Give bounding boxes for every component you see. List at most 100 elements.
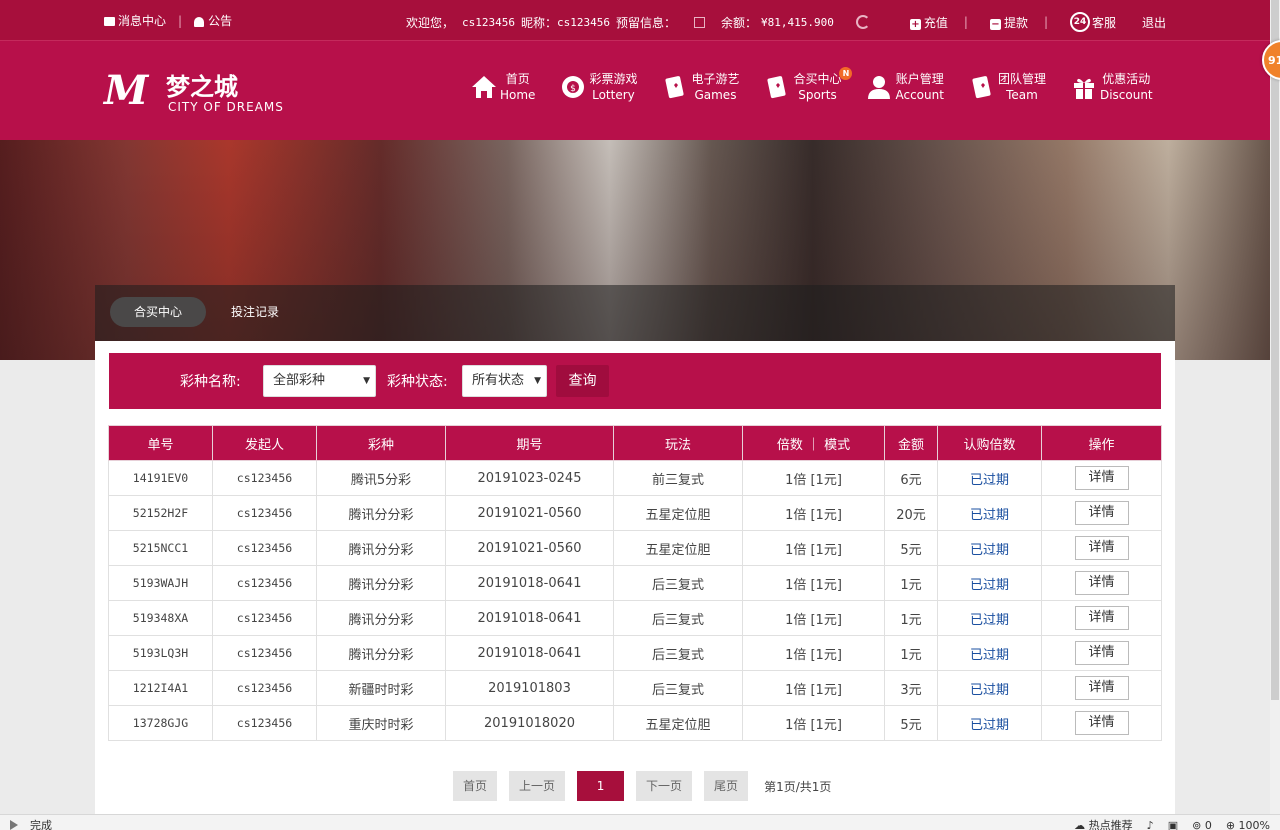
new-badge: N [839,67,853,80]
col-action: 操作 [1041,425,1162,461]
mail-icon [104,17,115,26]
cell-subscribe-multiple: 已过期 [937,635,1042,671]
table-row: 519348XA cs123456 腾讯分分彩 20191018-0641 后三复式 1倍… [108,600,1162,636]
refresh-icon[interactable] [855,15,870,29]
cell-lottery: 腾讯分分彩 [316,600,446,636]
col-period: 期号 [445,425,614,461]
cell-amount: 1元 [884,635,938,671]
table-row: 5215NCC1 cs123456 腾讯分分彩 20191021-0560 五星定位胆 1… [108,530,1162,566]
detail-button[interactable]: 详情 [1074,466,1129,490]
cell-subscribe-multiple: 已过期 [937,530,1042,566]
cell-period: 20191023-0245 [445,460,614,496]
cell-lottery: 腾讯分分彩 [316,565,446,601]
counter[interactable]: ⊚ 0 [1192,819,1212,830]
last-page-button[interactable]: 尾页 [704,771,749,801]
nav-account[interactable]: 账户管理 Account [865,71,944,103]
play-icon[interactable] [10,820,18,830]
chevron-down-icon: ▼ [363,376,370,386]
scrollbar-thumb[interactable] [1271,0,1279,700]
table-row: 14191EV0 cs123456 腾讯5分彩 20191023-0245 前三复式 1倍… [108,460,1162,496]
lottery-name-label: 彩种名称: [180,374,241,390]
detail-button[interactable]: 详情 [1074,536,1129,560]
logo-mark: M [104,67,149,114]
prev-page-button[interactable]: 上一页 [509,771,566,801]
detail-button[interactable]: 详情 [1074,641,1129,665]
nav-games[interactable]: 电子游艺 Games [661,71,739,103]
tab-bet-records[interactable]: 投注记录 [207,297,303,327]
cell-multiplier-mode: 1倍 [1元] [742,460,885,496]
cell-play: 前三复式 [613,460,743,496]
content-panel: 彩种名称: 全部彩种 ▼ 彩种状态: 所有状态 ▼ 查询 单号 发起人 彩种 期… [95,341,1175,821]
lottery-name-select[interactable]: 全部彩种 ▼ [263,365,376,397]
service-link[interactable]: 24 客服 [1070,12,1116,32]
cell-amount: 3元 [884,670,938,706]
cell-subscribe-multiple: 已过期 [937,495,1042,531]
cell-subscribe-multiple: 已过期 [937,600,1042,636]
lottery-status-select[interactable]: 所有状态 ▼ [462,365,547,397]
cell-multiplier-mode: 1倍 [1元] [742,495,885,531]
zoom[interactable]: ⊕ 100% [1226,819,1270,830]
divider: | [1043,15,1049,29]
cell-order-no: 5215NCC1 [108,530,213,566]
nav-home[interactable]: 首页 Home [470,71,535,103]
plus-icon: + [909,18,921,30]
first-page-button[interactable]: 首页 [453,771,498,801]
nav-team[interactable]: 团队管理 Team [968,71,1046,103]
welcome-text: 欢迎您， [406,15,455,30]
main-nav: 首页 Home $ 彩票游戏 Lottery 电子游艺 Games 合买中心 Sport… [470,67,1177,103]
card-icon [763,74,791,100]
cell-initiator: cs123456 [212,460,317,496]
cell-multiplier-mode: 1倍 [1元] [742,635,885,671]
download-icon[interactable]: ▣ [1168,819,1178,830]
sound-icon[interactable]: ♪ [1147,819,1154,830]
cell-amount: 1元 [884,600,938,636]
cell-initiator: cs123456 [212,565,317,601]
cell-action: 详情 [1041,635,1162,671]
cell-action: 详情 [1041,600,1162,636]
logo[interactable]: M 梦之城 CITY OF DREAMS [104,65,304,121]
cell-amount: 5元 [884,705,938,741]
cell-action: 详情 [1041,530,1162,566]
nickname: cs123456 [557,15,610,29]
lottery-icon: $ [559,74,587,100]
cell-initiator: cs123456 [212,635,317,671]
col-multiplier-mode: 倍数 ｜ 模式 [742,425,885,461]
cell-lottery: 腾讯分分彩 [316,530,446,566]
messages-link[interactable]: 消息中心 [104,12,166,29]
card-icon [968,74,996,100]
nav-discount[interactable]: 优惠活动 Discount [1070,71,1153,103]
col-order-no: 单号 [108,425,213,461]
col-initiator: 发起人 [212,425,317,461]
next-page-button[interactable]: 下一页 [636,771,693,801]
bell-icon [194,16,205,27]
cell-lottery: 腾讯分分彩 [316,495,446,531]
cell-period: 20191021-0560 [445,530,614,566]
col-amount: 金额 [884,425,938,461]
withdraw-link[interactable]: − 提款 [989,14,1028,31]
tab-group-buy-center[interactable]: 合买中心 [110,297,207,327]
top-bar: 消息中心 | 公告 欢迎您， cs123456 昵称： cs123456 预留信… [0,0,1270,40]
balance-label: 余额： [721,15,758,30]
detail-button[interactable]: 详情 [1074,501,1129,525]
logout-link[interactable]: 退出 [1142,14,1166,31]
query-button[interactable]: 查询 [556,365,609,397]
cell-play: 后三复式 [613,670,743,706]
cell-initiator: cs123456 [212,600,317,636]
nav-sports[interactable]: 合买中心 Sports N [763,67,853,103]
current-page[interactable]: 1 [577,771,625,801]
cell-action: 详情 [1041,565,1162,601]
detail-button[interactable]: 详情 [1074,711,1129,735]
recharge-link[interactable]: + 充值 [909,14,948,31]
notice-link[interactable]: 公告 [194,12,232,29]
detail-button[interactable]: 详情 [1074,676,1129,700]
cell-amount: 5元 [884,530,938,566]
hot-recommend[interactable]: ☁ 热点推荐 [1074,817,1133,830]
table-header-row: 单号 发起人 彩种 期号 玩法 倍数 ｜ 模式 金额 认购倍数 操作 [108,425,1162,461]
detail-button[interactable]: 详情 [1074,571,1129,595]
edit-icon[interactable] [694,16,706,28]
nav-lottery[interactable]: $ 彩票游戏 Lottery [559,71,637,103]
detail-button[interactable]: 详情 [1074,606,1129,630]
cell-order-no: 5193WAJH [108,565,213,601]
cell-order-no: 52152H2F [108,495,213,531]
vertical-scrollbar[interactable] [1270,0,1280,814]
